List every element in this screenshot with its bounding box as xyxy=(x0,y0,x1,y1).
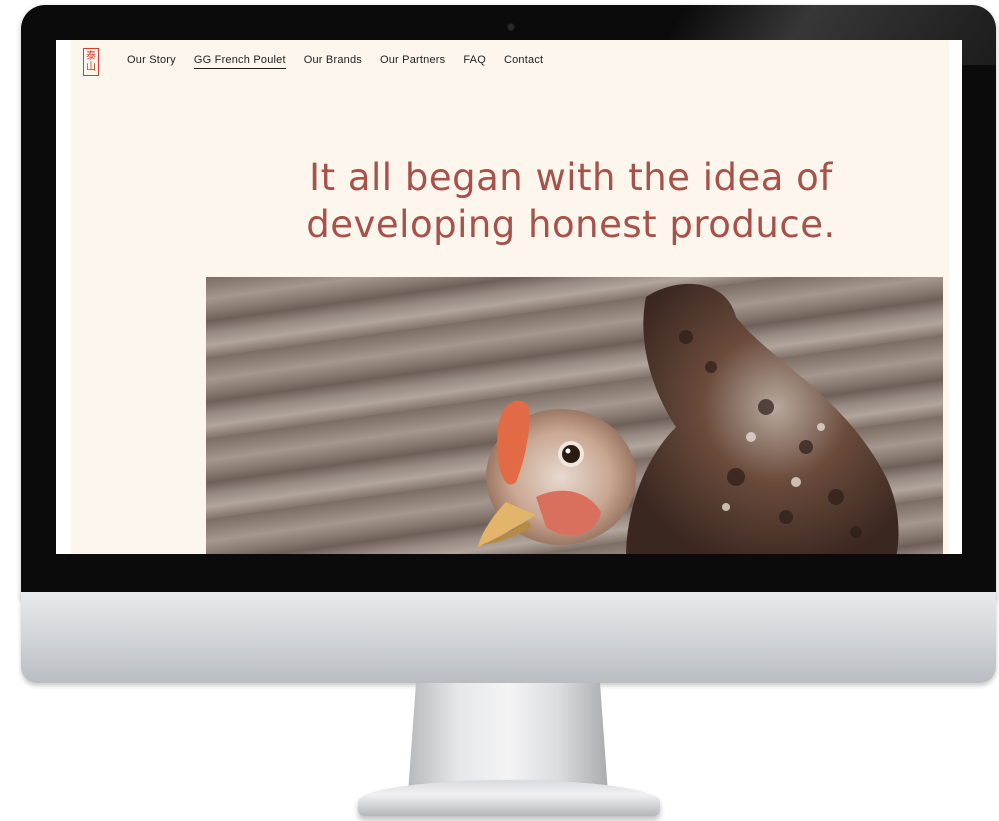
monitor-screen: 泰 山 Our Story GG French Poulet Our Brand… xyxy=(56,40,962,554)
camera-icon xyxy=(508,24,514,30)
chicken-illustration xyxy=(478,283,899,554)
monitor-stand-neck xyxy=(408,683,608,793)
website-page: 泰 山 Our Story GG French Poulet Our Brand… xyxy=(71,40,949,554)
nav-item-gg-french-poulet[interactable]: GG French Poulet xyxy=(193,54,286,69)
headline-line-2: developing honest produce. xyxy=(306,203,836,246)
monitor-stand-base xyxy=(358,780,660,816)
logo-icon[interactable]: 泰 山 xyxy=(83,48,99,76)
page-headline: It all began with the idea of developing… xyxy=(231,154,911,248)
nav-item-our-brands[interactable]: Our Brands xyxy=(304,54,362,69)
hero-chicken-photo xyxy=(206,277,943,554)
logo-glyph-1: 泰 xyxy=(86,51,96,62)
nav-item-our-story[interactable]: Our Story xyxy=(127,54,176,69)
nav-item-faq[interactable]: FAQ xyxy=(463,54,486,69)
logo-glyph-2: 山 xyxy=(86,62,96,73)
headline-line-1: It all began with the idea of xyxy=(309,156,833,199)
main-navigation: Our Story GG French Poulet Our Brands Ou… xyxy=(127,54,543,69)
nav-item-contact[interactable]: Contact xyxy=(504,54,543,69)
monitor-chin xyxy=(21,592,996,683)
nav-item-our-partners[interactable]: Our Partners xyxy=(380,54,445,69)
